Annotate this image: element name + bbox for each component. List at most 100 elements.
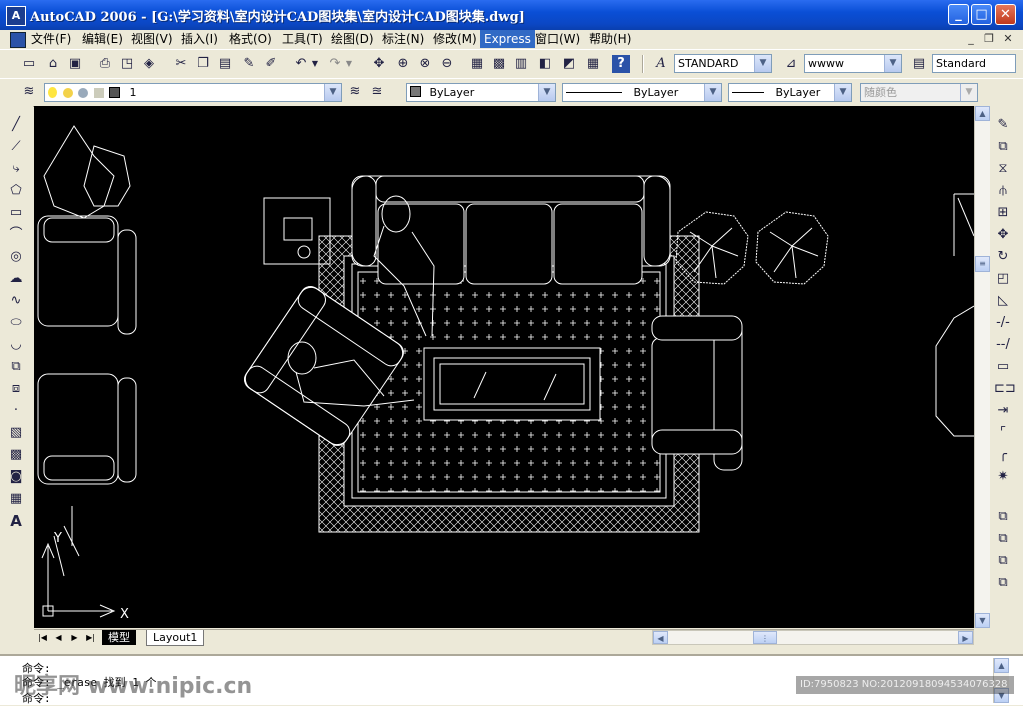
erase-icon[interactable]: ✎ bbox=[994, 116, 1012, 134]
color-select[interactable]: ByLayer ▼ bbox=[406, 83, 556, 102]
menu-view[interactable]: 视图(V) bbox=[128, 30, 176, 48]
table-icon[interactable]: ▦ bbox=[7, 490, 25, 508]
help-icon[interactable]: ? bbox=[612, 55, 630, 73]
markup-icon[interactable]: ◩ bbox=[560, 55, 578, 73]
mirror-icon[interactable]: ⧖ bbox=[994, 160, 1012, 178]
make-block-icon[interactable]: ⧈ bbox=[7, 380, 25, 398]
horizontal-scroll-thumb[interactable]: ⋮ bbox=[753, 631, 777, 644]
construction-line-icon[interactable]: ⟋ bbox=[7, 138, 25, 156]
draw-order-front-icon[interactable]: ⧉ bbox=[994, 508, 1012, 526]
paste-icon[interactable]: ▤ bbox=[216, 55, 234, 73]
zoom-previous-icon[interactable]: ⊖ bbox=[438, 55, 456, 73]
plot-icon[interactable]: ⎙ bbox=[96, 55, 114, 73]
close-button[interactable]: ✕ bbox=[995, 4, 1016, 25]
maximize-button[interactable]: □ bbox=[971, 4, 992, 25]
menu-insert[interactable]: 插入(I) bbox=[178, 30, 221, 48]
arc-icon[interactable]: ⌒ bbox=[7, 226, 25, 244]
lineweight-select[interactable]: ByLayer ▼ bbox=[728, 83, 852, 102]
autocad-app-icon[interactable]: A bbox=[6, 6, 26, 26]
horizontal-scrollbar[interactable]: ◀ ⋮ ▶ bbox=[652, 630, 974, 645]
design-center-icon[interactable]: ▩ bbox=[490, 55, 508, 73]
polyline-icon[interactable]: ⤷ bbox=[7, 160, 25, 178]
menu-help[interactable]: 帮助(H) bbox=[586, 30, 634, 48]
explode-icon[interactable]: ✷ bbox=[994, 468, 1012, 486]
tab-layout1[interactable]: Layout1 bbox=[146, 630, 205, 646]
tool-palettes-icon[interactable]: ▥ bbox=[512, 55, 530, 73]
menu-format[interactable]: 格式(O) bbox=[226, 30, 275, 48]
break-icon[interactable]: ⊏⊐ bbox=[994, 380, 1016, 398]
scale-icon[interactable]: ◰ bbox=[994, 270, 1012, 288]
mdi-restore-button[interactable]: ❐ bbox=[981, 32, 997, 46]
draw-order-below-icon[interactable]: ⧉ bbox=[994, 574, 1012, 592]
publish-icon[interactable]: ◈ bbox=[140, 55, 158, 73]
move-icon[interactable]: ✥ bbox=[994, 226, 1012, 244]
stretch-icon[interactable]: ◺ bbox=[994, 292, 1012, 310]
menu-express[interactable]: Express bbox=[480, 30, 535, 48]
chamfer-icon[interactable]: ⌜ bbox=[994, 424, 1012, 442]
scroll-down-button[interactable]: ▼ bbox=[975, 613, 990, 628]
zoom-window-icon[interactable]: ⊗ bbox=[416, 55, 434, 73]
menu-modify[interactable]: 修改(M) bbox=[430, 30, 480, 48]
menu-tools[interactable]: 工具(T) bbox=[279, 30, 326, 48]
plot-preview-icon[interactable]: ◳ bbox=[118, 55, 136, 73]
ellipse-arc-icon[interactable]: ◡ bbox=[7, 336, 25, 354]
table-style-select[interactable]: Standard bbox=[932, 54, 1016, 73]
scroll-right-button[interactable]: ▶ bbox=[958, 631, 973, 644]
ellipse-icon[interactable]: ⬭ bbox=[7, 314, 25, 332]
menu-window[interactable]: 窗口(W) bbox=[532, 30, 583, 48]
linetype-select[interactable]: ByLayer ▼ bbox=[562, 83, 722, 102]
minimize-button[interactable]: _ bbox=[948, 4, 969, 25]
extend-icon[interactable]: --/ bbox=[994, 336, 1012, 354]
scroll-up-button[interactable]: ▲ bbox=[975, 106, 990, 121]
menu-edit[interactable]: 编辑(E) bbox=[79, 30, 126, 48]
layer-previous-icon[interactable]: ≊ bbox=[368, 83, 386, 101]
dim-style-select[interactable]: wwww ▼ bbox=[804, 54, 902, 73]
gradient-icon[interactable]: ▩ bbox=[7, 446, 25, 464]
save-icon[interactable]: ▣ bbox=[66, 55, 84, 73]
layer-manager-icon[interactable]: ≋ bbox=[20, 83, 38, 101]
new-file-icon[interactable]: ▭ bbox=[20, 55, 38, 73]
copy-object-icon[interactable]: ⧉ bbox=[994, 138, 1012, 156]
document-icon[interactable] bbox=[10, 32, 26, 48]
next-tab-button[interactable]: ▶ bbox=[68, 631, 81, 644]
mdi-minimize-button[interactable]: _ bbox=[963, 32, 979, 46]
text-style-select[interactable]: STANDARD ▼ bbox=[674, 54, 772, 73]
command-scroll-up-button[interactable]: ▲ bbox=[994, 658, 1009, 673]
table-style-icon[interactable]: ▤ bbox=[910, 55, 928, 73]
multiline-text-icon[interactable]: A bbox=[7, 512, 25, 530]
copy-icon[interactable]: ❐ bbox=[194, 55, 212, 73]
sheet-set-icon[interactable]: ◧ bbox=[536, 55, 554, 73]
make-object-layer-current-icon[interactable]: ≋ bbox=[346, 83, 364, 101]
properties-icon[interactable]: ▦ bbox=[468, 55, 486, 73]
text-style-icon[interactable]: A bbox=[652, 55, 670, 73]
dim-style-icon[interactable]: ⊿ bbox=[782, 55, 800, 73]
mdi-close-button[interactable]: ✕ bbox=[1000, 32, 1016, 46]
line-icon[interactable]: ╱ bbox=[7, 116, 25, 134]
hatch-icon[interactable]: ▧ bbox=[7, 424, 25, 442]
insert-block-icon[interactable]: ⧉ bbox=[7, 358, 25, 376]
region-icon[interactable]: ◙ bbox=[7, 468, 25, 486]
polygon-icon[interactable]: ⬠ bbox=[7, 182, 25, 200]
quickcalc-icon[interactable]: ▦ bbox=[584, 55, 602, 73]
draw-order-above-icon[interactable]: ⧉ bbox=[994, 552, 1012, 570]
layer-select[interactable]: 1 ▼ bbox=[44, 83, 342, 102]
revision-cloud-icon[interactable]: ☁ bbox=[7, 270, 25, 288]
vertical-scrollbar[interactable]: ▲ ≡ ▼ bbox=[974, 106, 990, 628]
first-tab-button[interactable]: |◀ bbox=[36, 631, 49, 644]
last-tab-button[interactable]: ▶| bbox=[84, 631, 97, 644]
rectangle-icon[interactable]: ▭ bbox=[7, 204, 25, 222]
fillet-icon[interactable]: ╭ bbox=[994, 446, 1012, 464]
block-editor-icon[interactable]: ✐ bbox=[262, 55, 280, 73]
draw-order-back-icon[interactable]: ⧉ bbox=[994, 530, 1012, 548]
redo-dropdown-icon[interactable]: ▼ bbox=[344, 55, 354, 73]
open-file-icon[interactable]: ⌂ bbox=[44, 55, 62, 73]
prev-tab-button[interactable]: ◀ bbox=[52, 631, 65, 644]
spline-icon[interactable]: ∿ bbox=[7, 292, 25, 310]
undo-dropdown-icon[interactable]: ▼ bbox=[310, 55, 320, 73]
drawing-canvas[interactable]: Y X bbox=[34, 106, 974, 628]
menu-dimension[interactable]: 标注(N) bbox=[379, 30, 427, 48]
point-icon[interactable]: · bbox=[7, 402, 25, 420]
pan-icon[interactable]: ✥ bbox=[370, 55, 388, 73]
tab-model[interactable]: 模型 bbox=[102, 630, 136, 645]
array-icon[interactable]: ⊞ bbox=[994, 204, 1012, 222]
